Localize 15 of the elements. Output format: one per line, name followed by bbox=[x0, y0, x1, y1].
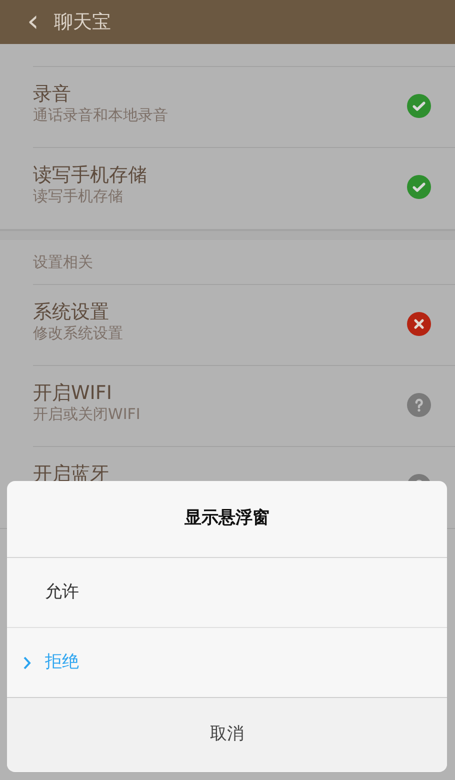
permission-title: 录音 bbox=[33, 84, 72, 106]
permission-title: 系统设置 bbox=[33, 302, 110, 324]
permission-description: 通话录音和本地录音 bbox=[33, 106, 168, 126]
chevron-icon bbox=[23, 656, 31, 670]
permission-description: 开启或关闭WIFI bbox=[33, 404, 140, 424]
dialog-option[interactable]: 允许 bbox=[7, 558, 447, 628]
screen-title: 聊天宝 bbox=[54, 10, 111, 35]
section-heading: 设置相关 bbox=[33, 252, 93, 273]
cancel-button[interactable]: 取消 bbox=[7, 698, 447, 771]
permission-title: 读写手机存储 bbox=[33, 165, 147, 187]
back-button[interactable]: ‹ bbox=[22, 7, 44, 37]
permission-description: 修改系统设置 bbox=[33, 324, 123, 344]
dialog-title: 显示悬浮窗 bbox=[184, 507, 270, 530]
permission-title: 开启WIFI bbox=[33, 383, 113, 405]
permission-description: 读写手机存储 bbox=[33, 186, 124, 206]
